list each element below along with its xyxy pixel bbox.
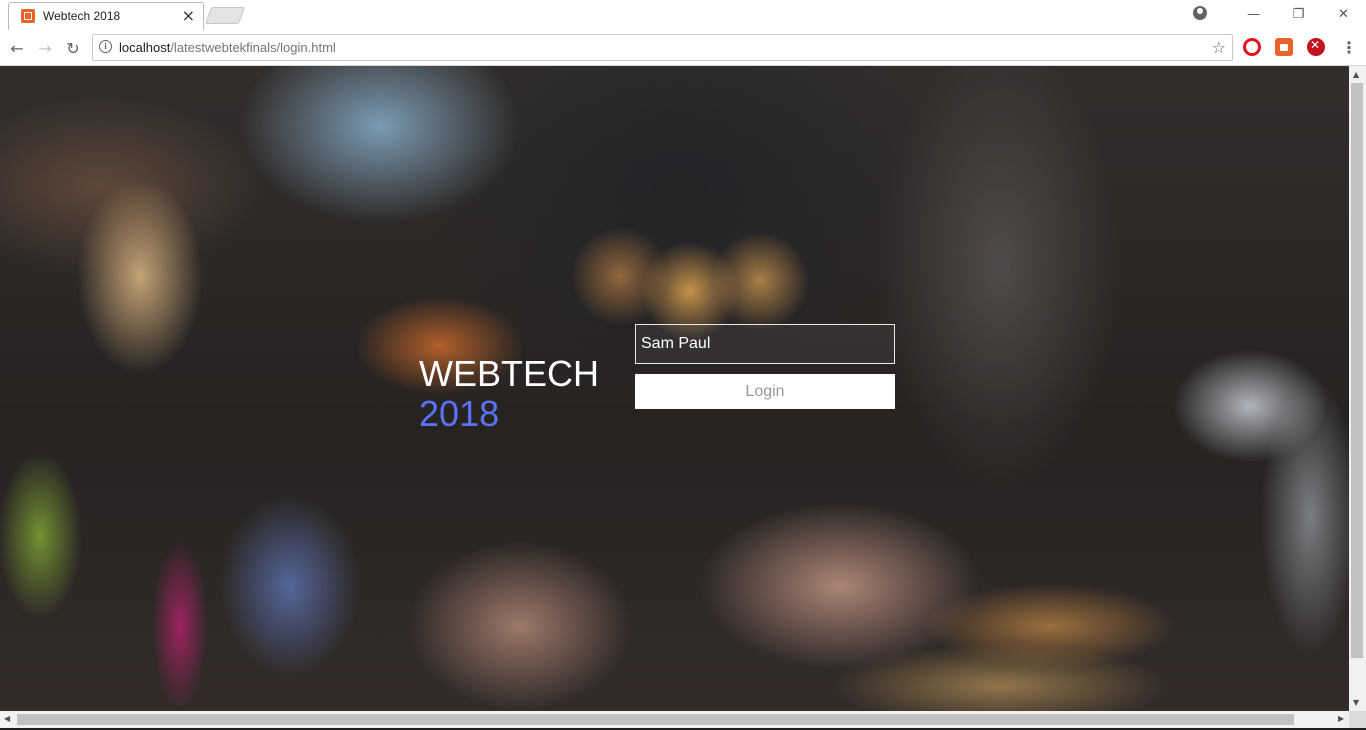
minimize-button[interactable]: — [1231,0,1276,28]
address-bar[interactable]: i localhost/latestwebtekfinals/login.htm… [92,34,1233,61]
menu-icon[interactable]: ⋮ [1341,38,1357,58]
scroll-right-icon[interactable]: ▶ [1338,714,1344,723]
restore-button[interactable]: ❐ [1276,0,1321,28]
username-input[interactable] [635,324,895,364]
brand-line-year: 2018 [419,393,500,434]
tab-close-icon[interactable]: × [182,6,195,25]
login-button[interactable]: Login [635,374,895,409]
tab-webtech[interactable]: Webtech 2018 × [8,2,204,30]
xampp-favicon-icon [21,9,35,23]
close-window-button[interactable]: ✕ [1321,0,1366,28]
horizontal-scrollbar[interactable]: ◀ ▶ [0,711,1349,728]
vertical-scrollbar[interactable]: ▲ ▼ [1349,66,1366,711]
url-path: /latestwebtekfinals/login.html [170,40,336,55]
url-text[interactable]: localhost/latestwebtekfinals/login.html [119,40,336,55]
window-controls: — ❐ ✕ [1231,0,1366,28]
scroll-left-icon[interactable]: ◀ [4,714,10,723]
back-icon[interactable]: ← [6,37,28,59]
horizontal-scroll-thumb[interactable] [17,714,1294,725]
page-viewport: WEBTECH 2018 Login [0,66,1349,711]
scroll-down-icon[interactable]: ▼ [1353,698,1359,707]
info-icon[interactable]: i [99,40,112,53]
bookmark-star-icon[interactable]: ☆ [1212,38,1226,57]
lock-extension-icon[interactable] [1275,38,1293,56]
forward-icon[interactable]: → [34,37,56,59]
brand-line-webtech: WEBTECH [419,353,599,394]
scroll-up-icon[interactable]: ▲ [1353,70,1359,79]
new-tab-button[interactable] [204,7,246,24]
browser-toolbar: ← → ↻ i localhost/latestwebtekfinals/log… [0,30,1366,66]
profile-icon[interactable] [1193,6,1207,20]
block-extension-icon[interactable] [1307,38,1325,56]
opera-icon[interactable] [1243,38,1261,56]
url-host: localhost [119,40,171,55]
tab-strip: Webtech 2018 × — ❐ ✕ [0,0,1366,30]
vertical-scroll-thumb[interactable] [1351,83,1363,658]
brand-title: WEBTECH 2018 [419,354,599,434]
tab-title: Webtech 2018 [43,9,121,23]
reload-icon[interactable]: ↻ [62,37,84,59]
